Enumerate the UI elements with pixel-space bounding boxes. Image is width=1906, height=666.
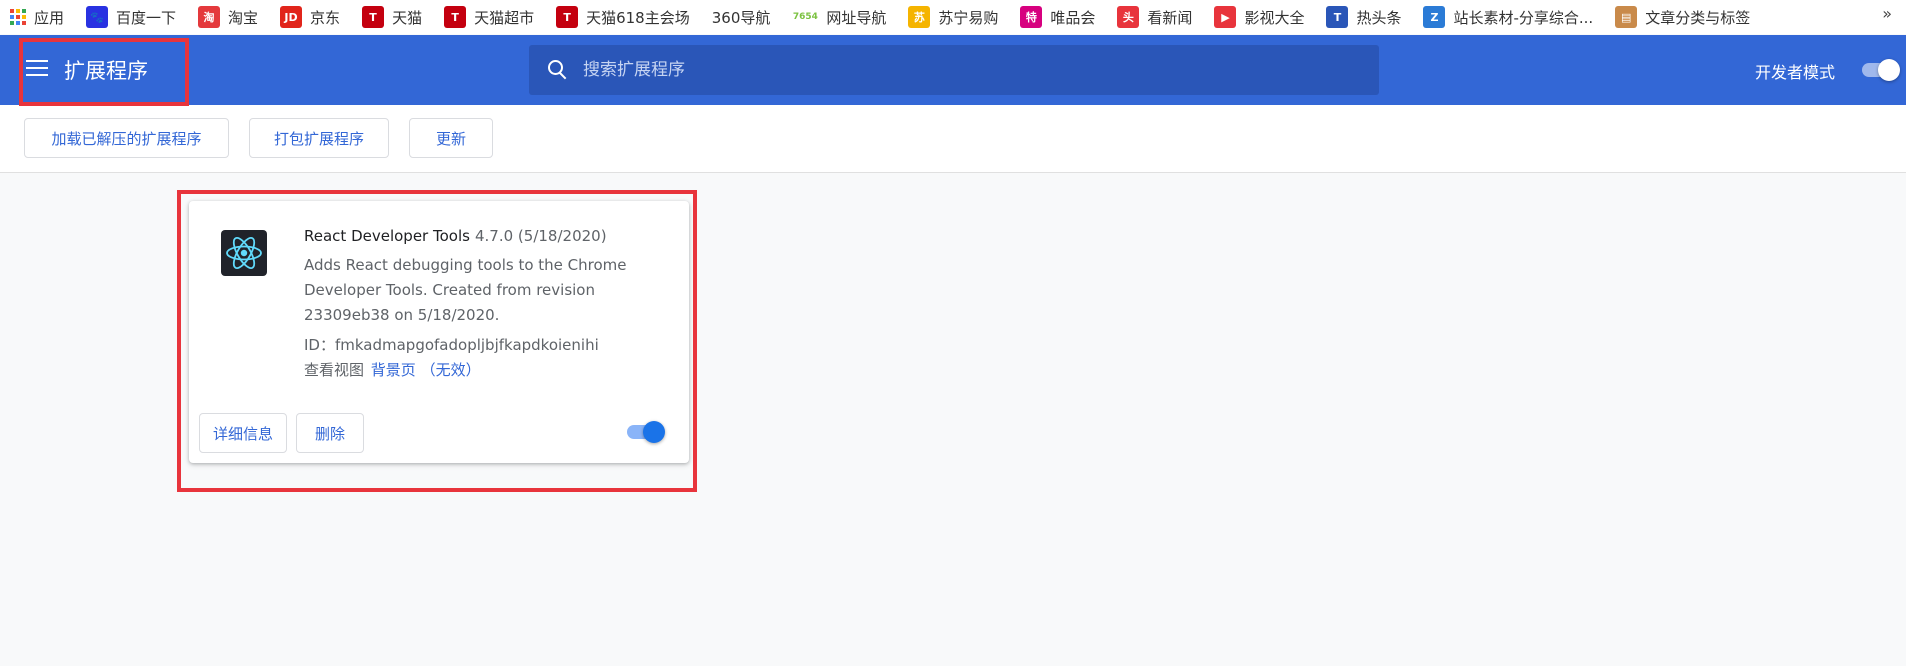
update-button[interactable]: 更新 [409, 118, 493, 158]
taobao-icon: 淘 [198, 6, 221, 28]
bookmark-item[interactable]: T 天猫 [362, 6, 422, 28]
apps-grid-icon [10, 9, 26, 25]
react-logo-icon [221, 230, 267, 276]
remove-button[interactable]: 删除 [296, 413, 364, 453]
search-input[interactable] [583, 60, 1343, 80]
bookmark-label: 网址导航 [826, 8, 887, 27]
bookmark-label: 文章分类与标签 [1645, 8, 1751, 27]
inspect-views: 查看视图 背景页 （无效） [304, 359, 481, 380]
baidu-paw-icon: 🐾 [86, 6, 109, 28]
bookmark-item[interactable]: Z 站长素材-分享综合... [1423, 6, 1593, 28]
bookmark-label: 热头条 [1356, 8, 1402, 27]
bookmark-label: 京东 [310, 8, 341, 27]
bookmark-item[interactable]: JD 京东 [280, 6, 340, 28]
bookmark-label: 百度一下 [116, 8, 177, 27]
bookmark-label: 唯品会 [1050, 8, 1096, 27]
load-unpacked-button[interactable]: 加载已解压的扩展程序 [24, 118, 229, 158]
bookmark-item[interactable]: ▤ 文章分类与标签 [1615, 6, 1750, 28]
bookmarks-overflow-chevron-icon[interactable]: » [1882, 4, 1892, 23]
bookmark-item[interactable]: 7654 网址导航 [792, 6, 887, 28]
bookmark-item[interactable]: 360导航 [712, 6, 771, 28]
search-box[interactable] [529, 45, 1379, 95]
tmall-icon: T [362, 6, 385, 28]
bookmark-item[interactable]: 头看新闻 [1117, 6, 1192, 28]
chinaz-icon: Z [1423, 6, 1446, 28]
bookmark-item[interactable]: T 天猫618主会场 [556, 6, 690, 28]
suning-icon: 苏 [908, 6, 931, 28]
rettiao-icon: T [1326, 6, 1349, 28]
bookmark-item[interactable]: 苏苏宁易购 [908, 6, 998, 28]
folder-icon: ▤ [1615, 6, 1638, 28]
bookmark-label: 影视大全 [1244, 8, 1305, 27]
bookmarks-bar: 应用 🐾 百度一下 淘淘宝 JD 京东 T 天猫 T 天猫超市 T 天猫618主会场 360导航 7654… [0, 0, 1906, 34]
page-title: 扩展程序 [64, 59, 148, 83]
bookmark-label: 应用 [34, 8, 65, 27]
extensions-header: 扩展程序 开发者模式 [0, 35, 1906, 105]
bookmark-item[interactable]: 🐾 百度一下 [86, 6, 176, 28]
bookmark-label: 苏宁易购 [938, 8, 999, 27]
vip-icon: 特 [1020, 6, 1043, 28]
bookmark-label: 看新闻 [1147, 8, 1193, 27]
details-button[interactable]: 详细信息 [199, 413, 287, 453]
tmall-icon: T [556, 6, 579, 28]
pack-extension-button[interactable]: 打包扩展程序 [249, 118, 389, 158]
extension-card: React Developer Tools 4.7.0 (5/18/2020) … [189, 201, 689, 463]
bookmark-label: 天猫 [392, 8, 423, 27]
bookmark-item[interactable]: 淘淘宝 [198, 6, 258, 28]
toggle-knob [1878, 59, 1900, 81]
toggle-knob [643, 421, 665, 443]
extension-name: React Developer Tools [304, 227, 470, 245]
extension-description: Adds React debugging tools to the Chrome… [304, 256, 627, 324]
tmall-icon: T [444, 6, 467, 28]
developer-mode-toggle[interactable] [1860, 59, 1900, 81]
hamburger-menu-icon[interactable] [26, 60, 48, 78]
bookmark-label: 天猫超市 [474, 8, 535, 27]
video-play-icon: ▶ [1214, 6, 1237, 28]
inspect-views-label: 查看视图 [304, 361, 365, 379]
jd-icon: JD [280, 6, 303, 28]
developer-toolbar: 加载已解压的扩展程序 打包扩展程序 更新 [0, 105, 1906, 173]
7654-icon: 7654 [792, 12, 818, 22]
extension-id: ID：fmkadmapgofadopljbjfkapdkoienihi [304, 336, 599, 354]
bookmark-item[interactable]: ▶ 影视大全 [1214, 6, 1304, 28]
extension-enable-toggle[interactable] [625, 421, 665, 443]
bookmark-label: 淘宝 [228, 8, 259, 27]
bookmark-label: 天猫618主会场 [586, 8, 690, 27]
search-icon [547, 59, 569, 81]
bookmark-item[interactable]: 特唯品会 [1020, 6, 1095, 28]
toutiao-news-icon: 头 [1117, 6, 1140, 28]
bookmark-item[interactable]: 应用 [10, 7, 64, 28]
bookmark-item[interactable]: T 热头条 [1326, 6, 1401, 28]
bookmark-label: 站长素材-分享综合... [1453, 8, 1594, 27]
developer-mode-label: 开发者模式 [1755, 63, 1836, 82]
bookmark-label: 360导航 [711, 8, 771, 27]
bookmark-item[interactable]: T 天猫超市 [444, 6, 534, 28]
background-page-link[interactable]: 背景页 （无效） [371, 361, 481, 379]
extension-version: 4.7.0 (5/18/2020) [475, 227, 607, 245]
